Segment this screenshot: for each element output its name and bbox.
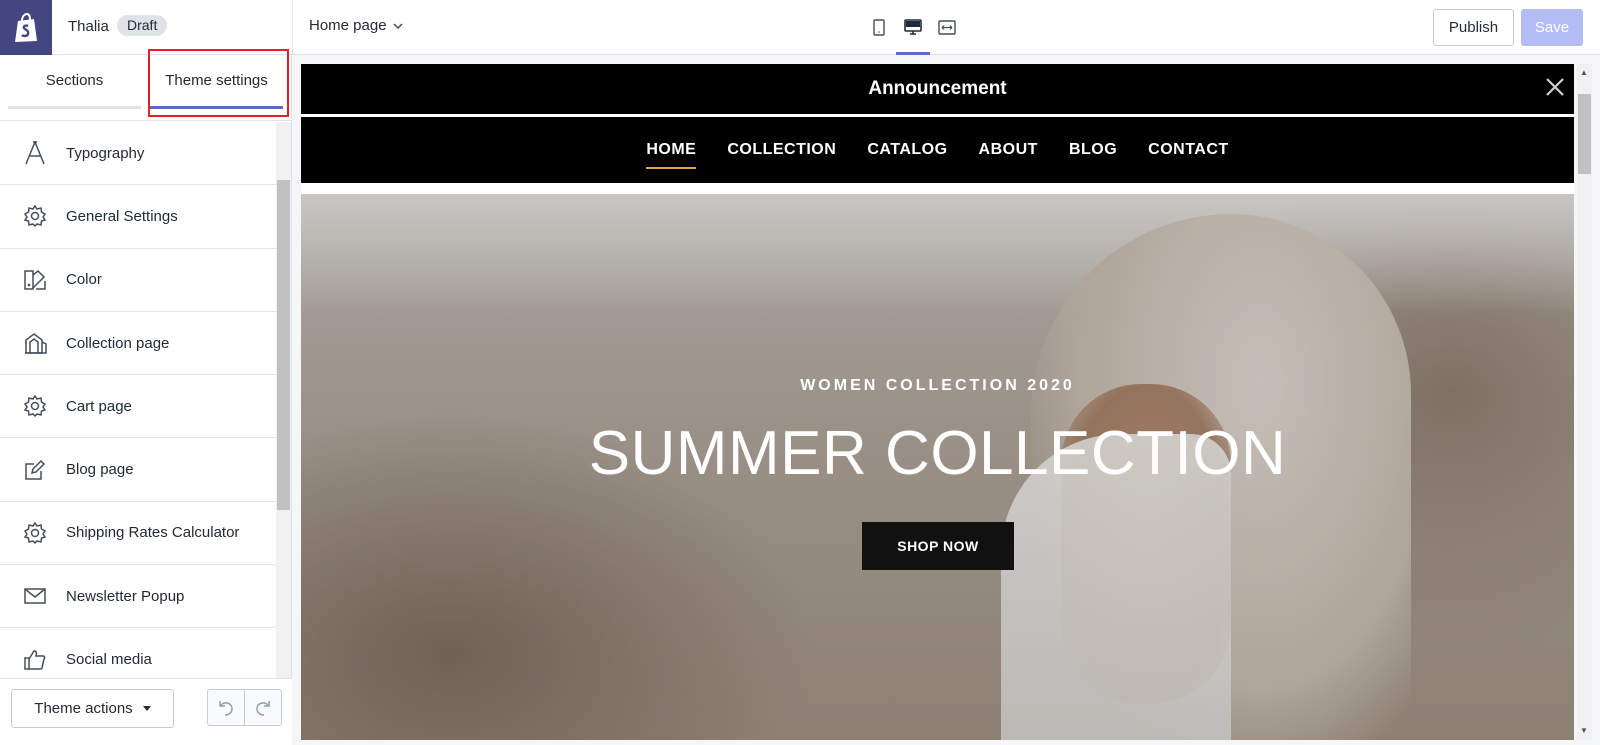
setting-social-media[interactable]: Social media	[0, 628, 276, 678]
undo-icon	[219, 700, 233, 716]
nav-item-about[interactable]: ABOUT	[979, 137, 1038, 163]
gear-icon	[0, 395, 66, 418]
nav-item-catalog[interactable]: CATALOG	[867, 137, 947, 163]
setting-collection-page[interactable]: Collection page	[0, 312, 276, 376]
setting-blog-page[interactable]: Blog page	[0, 438, 276, 502]
shopify-bag-icon	[15, 12, 37, 42]
setting-label: Color	[66, 271, 102, 289]
page-select-label: Home page	[309, 17, 387, 34]
redo-icon	[256, 700, 270, 716]
setting-cart-page[interactable]: Cart page	[0, 375, 276, 439]
envelope-icon	[0, 587, 66, 605]
tab-theme-settings-label: Theme settings	[165, 72, 268, 89]
mobile-icon	[873, 18, 885, 36]
sidebar-scroll-thumb[interactable]	[277, 180, 290, 510]
tab-sections-label: Sections	[45, 72, 104, 89]
nav-item-collection[interactable]: COLLECTION	[727, 137, 836, 163]
hero-eyebrow: WOMEN COLLECTION 2020	[800, 377, 1075, 394]
desktop-icon	[904, 18, 922, 35]
nav-item-contact[interactable]: CONTACT	[1148, 137, 1229, 163]
desktop-view-button[interactable]	[896, 14, 930, 55]
tab-theme-settings[interactable]: Theme settings	[150, 55, 283, 109]
gear-icon	[0, 521, 66, 544]
theme-actions-button[interactable]: Theme actions	[11, 689, 174, 728]
announcement-bar: Announcement	[301, 64, 1574, 114]
scroll-down-arrow-icon[interactable]: ▼	[1580, 726, 1588, 735]
sidebar-footer: Theme actions	[0, 678, 292, 745]
top-bar: Thalia Draft Home page Publish Save	[0, 0, 1600, 55]
thumbs-up-icon	[0, 649, 66, 671]
undo-button[interactable]	[208, 690, 244, 725]
store-preview: Announcement HOME COLLECTION CATALOG ABO…	[301, 64, 1574, 740]
gear-icon	[0, 205, 66, 228]
setting-shipping-rates-calculator[interactable]: Shipping Rates Calculator	[0, 502, 276, 566]
shop-now-button[interactable]: SHOP NOW	[862, 522, 1014, 570]
fullscreen-icon	[938, 19, 956, 35]
setting-label: Typography	[66, 144, 145, 162]
status-badge: Draft	[117, 15, 168, 36]
scroll-up-arrow-icon[interactable]: ▲	[1580, 68, 1588, 77]
setting-label: Newsletter Popup	[66, 587, 185, 605]
redo-button[interactable]	[244, 690, 281, 725]
sidebar-tabs: Sections Theme settings	[0, 49, 292, 121]
device-switcher	[868, 14, 958, 55]
publish-button[interactable]: Publish	[1433, 9, 1514, 46]
hero-banner: WOMEN COLLECTION 2020 SUMMER COLLECTION …	[301, 194, 1574, 740]
tab-sections[interactable]: Sections	[8, 55, 141, 109]
main-navigation: HOME COLLECTION CATALOG ABOUT BLOG CONTA…	[301, 117, 1574, 183]
nav-item-home[interactable]: HOME	[646, 137, 697, 169]
typography-icon	[0, 141, 66, 165]
setting-general-settings[interactable]: General Settings	[0, 185, 276, 249]
color-icon	[0, 269, 66, 291]
divider	[292, 0, 293, 55]
shopify-logo[interactable]	[0, 0, 52, 55]
sidebar: Sections Theme settings Typography Gener…	[0, 49, 292, 745]
theme-actions-label: Theme actions	[34, 700, 133, 717]
setting-color[interactable]: Color	[0, 249, 276, 312]
setting-label: Social media	[66, 651, 152, 669]
announcement-text: Announcement	[868, 78, 1007, 99]
preview-scroll-thumb[interactable]	[1578, 94, 1591, 174]
setting-label: Cart page	[66, 397, 132, 415]
sidebar-scrollbar[interactable]: ▼	[276, 122, 291, 745]
fullscreen-view-button[interactable]	[936, 14, 958, 40]
caret-down-icon	[142, 706, 151, 711]
page-select[interactable]: Home page	[309, 17, 403, 34]
hero-title: SUMMER COLLECTION	[588, 419, 1287, 488]
edit-icon	[0, 459, 66, 481]
store-name: Thalia	[68, 18, 109, 35]
preview-scrollbar[interactable]: ▲ ▼	[1577, 64, 1592, 740]
setting-label: Collection page	[66, 334, 170, 352]
setting-label: General Settings	[66, 207, 178, 225]
setting-typography[interactable]: Typography	[0, 122, 276, 186]
nav-item-blog[interactable]: BLOG	[1069, 137, 1117, 163]
chevron-down-icon	[393, 22, 403, 29]
setting-label: Shipping Rates Calculator	[66, 524, 240, 542]
setting-newsletter-popup[interactable]: Newsletter Popup	[0, 565, 276, 629]
collection-icon	[0, 332, 66, 354]
setting-label: Blog page	[66, 461, 134, 479]
mobile-view-button[interactable]	[868, 14, 890, 40]
theme-settings-list: Typography General Settings Color Collec…	[0, 122, 276, 678]
close-icon[interactable]	[1546, 78, 1564, 102]
undo-redo-group	[207, 689, 282, 726]
save-button[interactable]: Save	[1521, 9, 1583, 46]
